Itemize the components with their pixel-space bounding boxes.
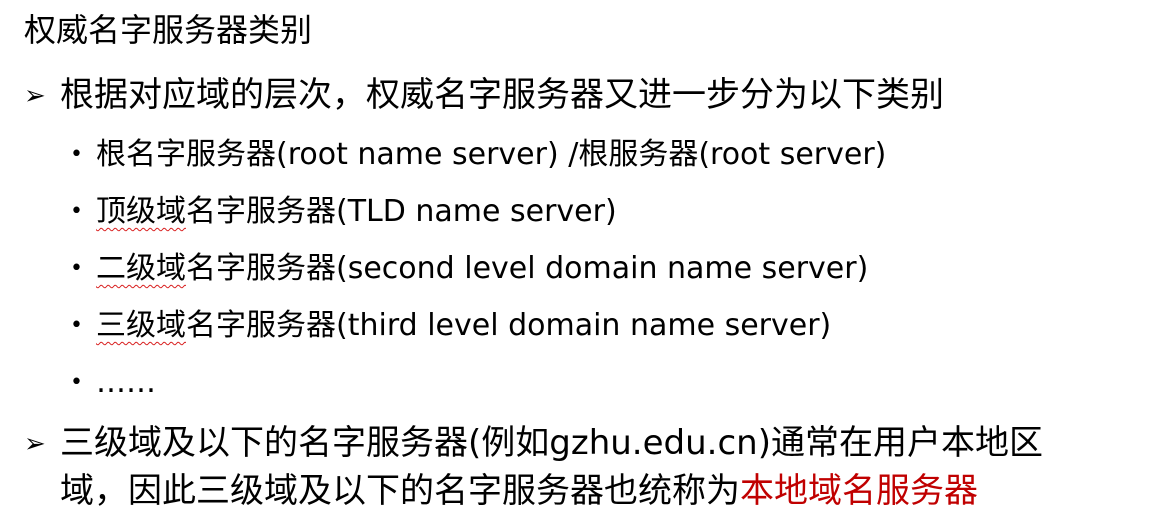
sub-item-ellipsis: • …… <box>70 361 156 405</box>
sub-item-text: 根名字服务器(root name server) /根服务器(root serv… <box>96 137 887 172</box>
bullet-text: 根据对应域的层次，权威名字服务器又进一步分为以下类别 <box>60 75 944 115</box>
bullet-point-local-server: ➢ 三级域及以下的名字服务器(例如gzhu.edu.cn)通常在用户本地区 <box>24 418 1043 469</box>
bullet-text-plain: 域，因此三级域及以下的名字服务器也统称为 <box>60 471 740 511</box>
dot-bullet-icon: • <box>70 256 83 281</box>
sub-item-text: 名字服务器(third level domain name server) <box>186 308 832 343</box>
slide-title: 权威名字服务器类别 <box>24 11 313 49</box>
dot-bullet-icon: • <box>70 199 83 224</box>
bullet-text-line2: 域，因此三级域及以下的名字服务器也统称为本地域名服务器 <box>60 466 978 516</box>
arrow-bullet-icon: ➢ <box>24 81 46 111</box>
spellcheck-underlined-text: 顶级域 <box>96 194 186 229</box>
sub-item-root-server: • 根名字服务器(root name server) /根服务器(root ser… <box>70 133 886 177</box>
sub-item-third-level-server: • 三级域名字服务器(third level domain name server… <box>70 304 831 348</box>
spellcheck-underlined-text: 三级域 <box>96 308 186 343</box>
sub-item-tld-server: • 顶级域名字服务器(TLD name server) <box>70 190 617 234</box>
highlighted-term: 本地域名服务器 <box>740 471 978 511</box>
sub-item-text: 名字服务器(TLD name server) <box>186 194 617 229</box>
dot-bullet-icon: • <box>70 313 83 338</box>
bullet-point-hierarchy: ➢ 根据对应域的层次，权威名字服务器又进一步分为以下类别 <box>24 70 944 121</box>
bullet-text-line1: 三级域及以下的名字服务器(例如gzhu.edu.cn)通常在用户本地区 <box>60 423 1043 463</box>
sub-item-text: …… <box>96 365 156 400</box>
dot-bullet-icon: • <box>70 142 83 167</box>
sub-item-second-level-server: • 二级域名字服务器(second level domain name serve… <box>70 247 868 291</box>
arrow-bullet-icon: ➢ <box>24 429 46 459</box>
dot-bullet-icon: • <box>70 370 83 395</box>
sub-item-text: 名字服务器(second level domain name server) <box>186 251 869 286</box>
spellcheck-underlined-text: 二级域 <box>96 251 186 286</box>
